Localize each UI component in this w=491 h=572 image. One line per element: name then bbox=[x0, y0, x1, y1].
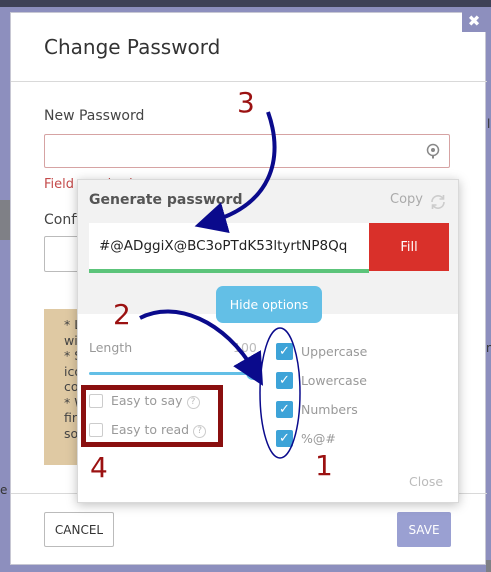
checkbox-checked-icon[interactable]: ✓ bbox=[276, 372, 293, 389]
generated-password-field[interactable]: #@ADggiX@BC3oPTdK53ltyrtNP8Qq bbox=[89, 223, 369, 273]
checkbox-checked-icon[interactable]: ✓ bbox=[276, 430, 293, 447]
option-label: %@# bbox=[301, 431, 336, 446]
length-slider-track[interactable] bbox=[89, 372, 249, 375]
background-right-panel bbox=[486, 560, 491, 572]
annotation-number-1: 1 bbox=[315, 449, 333, 482]
background-top-bar bbox=[0, 0, 491, 7]
length-slider-handle[interactable] bbox=[246, 366, 260, 380]
modal-header-divider bbox=[11, 81, 487, 82]
close-link[interactable]: Close bbox=[409, 474, 443, 489]
generator-title: Generate password bbox=[89, 192, 243, 208]
new-password-label: New Password bbox=[44, 108, 145, 124]
password-generator-popup: Generate password Copy #@ADggiX@BC3oPTdK… bbox=[77, 179, 459, 503]
refresh-icon[interactable] bbox=[429, 194, 447, 210]
background-text-left: e bbox=[0, 483, 8, 497]
hide-options-button[interactable]: Hide options bbox=[216, 286, 322, 323]
checkbox-checked-icon[interactable]: ✓ bbox=[276, 343, 293, 360]
annotation-number-3: 3 bbox=[237, 86, 255, 119]
copy-link[interactable]: Copy bbox=[390, 192, 423, 207]
annotation-number-4: 4 bbox=[90, 451, 108, 484]
confirm-password-label: Confi bbox=[44, 212, 81, 228]
annotation-box-4 bbox=[81, 385, 223, 447]
modal-title: Change Password bbox=[44, 35, 221, 59]
new-password-input[interactable] bbox=[44, 134, 450, 168]
background-left-panel bbox=[0, 200, 10, 240]
save-button[interactable]: SAVE bbox=[397, 512, 451, 547]
close-icon[interactable]: ✖ bbox=[462, 10, 486, 32]
generated-password-value: #@ADggiX@BC3oPTdK53ltyrtNP8Qq bbox=[99, 238, 348, 254]
password-generator-icon[interactable] bbox=[425, 143, 441, 159]
option-label: Lowercase bbox=[301, 373, 367, 388]
length-label: Length bbox=[89, 340, 133, 355]
checkbox-checked-icon[interactable]: ✓ bbox=[276, 401, 293, 418]
annotation-number-2: 2 bbox=[113, 298, 131, 331]
cancel-button[interactable]: CANCEL bbox=[44, 512, 114, 547]
length-value: 100 bbox=[233, 340, 257, 355]
option-label: Numbers bbox=[301, 402, 358, 417]
background-text-right-2: n bbox=[486, 341, 491, 355]
fill-button[interactable]: Fill bbox=[369, 223, 449, 271]
option-label: Uppercase bbox=[301, 344, 368, 359]
background-text-right-1: l bbox=[487, 117, 491, 131]
